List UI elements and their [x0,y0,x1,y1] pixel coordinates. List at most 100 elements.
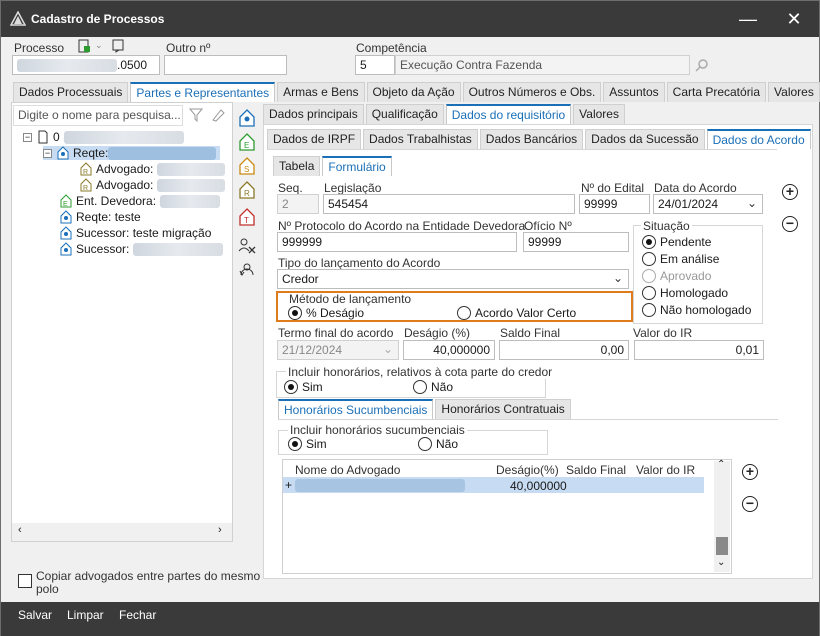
add-other-icon[interactable]: T [237,207,257,227]
ir-input[interactable]: 0,01 [634,340,764,360]
tree-item-sucessor[interactable]: Sucessor: [59,242,224,256]
tab-qualificacao[interactable]: Qualificação [365,104,444,124]
tree-item-label: Advogado: [96,162,154,176]
filter-icon[interactable] [189,108,203,122]
situacao-nao-homologado-radio[interactable]: Não homologado [642,303,751,317]
tab-assuntos[interactable]: Assuntos [603,82,665,102]
legislacao-input[interactable]: 545454 [323,194,575,214]
tab-dados-principais[interactable]: Dados principais [263,104,364,124]
scroll-left-icon[interactable]: ‹ [18,524,22,536]
collapse-icon[interactable]: − [23,132,32,142]
chevron-down-icon[interactable]: ⌄ [613,271,623,285]
tab-dados-acordo[interactable]: Dados do Acordo [706,129,811,149]
add-honorario-icon[interactable]: + [742,464,758,480]
main-window: Cadastro de Processos — ✕ Processo ⌄ .05… [0,0,820,636]
search-input[interactable]: Digite o nome para pesquisa... [13,105,183,126]
copy-advogados-checkbox[interactable] [18,574,32,588]
tree-item-sucessor-teste[interactable]: Sucessor: teste migração [59,226,211,240]
situacao-pendente-radio[interactable]: Pendente [642,235,711,249]
save-button[interactable]: Salvar [18,608,52,622]
processo-input[interactable]: .0500 [12,55,160,75]
protocolo-input[interactable]: 999999 [277,232,517,252]
tree-item-label: Sucessor: teste migração [76,226,212,240]
tab-honorarios-contratuais[interactable]: Honorários Contratuais [435,399,571,419]
tab-dados-trabalhistas[interactable]: Dados Trabalhistas [363,129,478,149]
tab-outros-numeros[interactable]: Outros Números e Obs. [462,82,602,102]
saldo-input[interactable]: 0,00 [499,340,629,360]
processo-label: Processo [14,41,65,55]
metodo-desagio-radio[interactable]: % Deságio [288,306,364,320]
add-lawyer-icon[interactable]: R [237,180,257,200]
add-entity-icon[interactable]: E [237,132,257,152]
tree-item-ent-devedora[interactable]: E Ent. Devedora: [59,194,221,208]
search-icon[interactable] [695,58,709,72]
close-button[interactable]: Fechar [119,608,156,622]
scroll-right-icon[interactable]: › [218,524,222,536]
tab-partes-representantes[interactable]: Partes e Representantes [130,82,276,102]
competencia-code-input[interactable]: 5 [355,55,395,75]
outro-input[interactable] [164,55,287,75]
tab-dados-bancarios[interactable]: Dados Bancários [479,129,584,149]
add-circle-icon[interactable]: + [782,184,798,200]
main-tabs: Dados Processuais Partes e Representante… [13,82,820,102]
tab-dados-sucessao[interactable]: Dados da Sucessão [585,129,705,149]
person-blue-icon [60,226,72,240]
tab-valores[interactable]: Valores [768,82,820,102]
competencia-desc-input: Execução Contra Fazenda [395,55,690,75]
metodo-label: Método de lançamento [289,292,412,306]
close-window-button[interactable]: ✕ [771,1,817,37]
incluir-sucumbenciais-label: Incluir honorários sucumbenciais [288,423,467,437]
desagio-input[interactable]: 40,000000 [403,340,495,360]
chevron-down-icon[interactable]: ⌄ [747,196,757,210]
req-tabs: Dados de IRPF Dados Trabalhistas Dados B… [267,129,813,149]
tab-formulario[interactable]: Formulário [322,156,392,176]
incluir-credor-nao-radio[interactable]: Não [413,380,453,394]
tab-dados-requisitorio[interactable]: Dados do requisitório [445,104,572,124]
scroll-down-icon[interactable]: ⌄ [717,557,725,568]
tipo-select[interactable]: Credor ⌄ [277,269,629,289]
person-blue-icon [60,210,72,224]
notes-icon[interactable] [111,39,125,53]
chevron-down-icon[interactable]: ⌄ [95,40,103,51]
edital-input[interactable]: 99999 [579,194,650,214]
remove-circle-icon[interactable]: − [782,216,798,232]
tab-honorarios-sucumbenciais[interactable]: Honorários Sucumbenciais [278,399,434,419]
situacao-homologado-radio[interactable]: Homologado [642,286,728,300]
add-party-icon[interactable] [237,108,257,128]
clear-filter-icon[interactable] [211,108,225,122]
tab-dados-irpf[interactable]: Dados de IRPF [267,129,362,149]
incluir-credor-sim-radio[interactable]: Sim [284,380,323,394]
metodo-valor-certo-radio[interactable]: Acordo Valor Certo [457,306,576,320]
tab-sub-valores[interactable]: Valores [573,104,625,124]
tree-item-advogado-2[interactable]: R Advogado: [79,178,226,192]
data-acordo-input[interactable]: 24/01/2024 ⌄ [653,194,763,214]
tree-item-reqte-teste[interactable]: Reqte: teste [59,210,141,224]
row-marker: + [285,478,293,492]
add-successor-icon[interactable]: S [237,156,257,176]
swap-party-icon[interactable] [237,261,257,281]
table-row[interactable]: + 40,000000 [283,477,704,493]
tab-dados-processuais[interactable]: Dados Processuais [13,82,129,102]
divider [278,419,778,420]
oficio-input[interactable]: 99999 [523,232,629,252]
minimize-button[interactable]: — [725,1,771,37]
incluir-sucumb-nao-radio[interactable]: Não [418,437,458,451]
tab-tabela[interactable]: Tabela [273,156,321,176]
new-document-icon[interactable] [77,39,91,53]
incluir-sucumb-sim-radio[interactable]: Sim [288,437,327,451]
scroll-thumb[interactable] [716,537,728,555]
tree-item-advogado-1[interactable]: R Advogado: [79,162,226,176]
tab-objeto-acao[interactable]: Objeto da Ação [366,82,461,102]
remove-honorario-icon[interactable]: − [742,496,758,512]
clear-button[interactable]: Limpar [67,608,104,622]
tree-item-reqte-selected[interactable]: − Reqte: [43,146,221,160]
grid-scrollbar[interactable]: ⌃ ⌄ [714,459,730,572]
collapse-icon[interactable]: − [43,148,52,158]
tab-carta-precatoria[interactable]: Carta Precatória [666,82,767,102]
scroll-up-icon[interactable]: ⌃ [717,459,725,470]
tree-scrollbar[interactable]: ‹ › [12,523,232,541]
situacao-em-analise-radio[interactable]: Em análise [642,252,719,266]
tab-armas-bens[interactable]: Armas e Bens [277,82,365,102]
tree-root[interactable]: − 0 [23,130,184,144]
remove-party-icon[interactable] [237,236,257,256]
